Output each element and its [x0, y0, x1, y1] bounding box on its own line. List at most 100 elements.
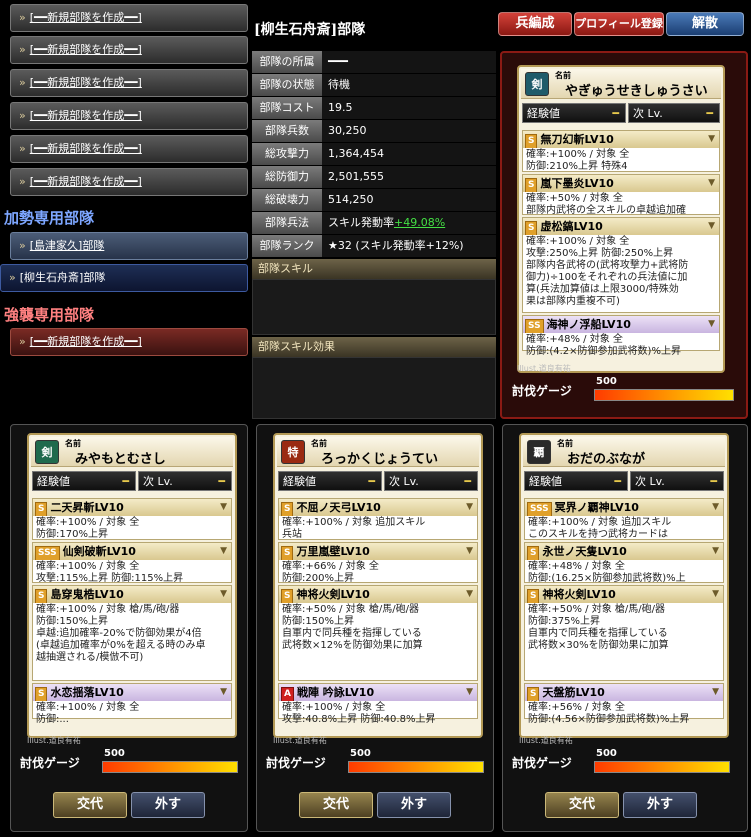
skill-description-line: 自軍内で同兵種を指揮している — [282, 628, 422, 639]
skill-title[interactable]: SS 海神ノ浮船LV10 ▼ — [523, 316, 719, 333]
remove-button[interactable]: 外す — [377, 792, 451, 818]
swap-button[interactable]: 交代 — [545, 792, 619, 818]
skill-description-line: 防御:(4.2×防御参加武将数)%上昇 — [526, 346, 681, 357]
skill-title[interactable]: S 二天昇斬LV10 ▼ — [33, 499, 231, 516]
skill-description-line: 防御:200%上昇 — [282, 573, 354, 584]
skill-block: S 虚松鎬LV10 ▼ 確率:+100% / 対象 全攻撃:250%上昇 防御:250… — [522, 217, 720, 313]
skill-title[interactable]: S 天盤筋LV10 ▼ — [525, 684, 723, 701]
skill-name: 無刀幻斬LV10 — [540, 133, 614, 146]
profile-button[interactable]: プロフィール登録 — [574, 12, 664, 36]
skill-rank-badge: S — [35, 687, 48, 701]
gauge-label: 討伐ゲージ — [512, 756, 572, 770]
dropdown-icon: ▼ — [712, 589, 719, 599]
info-row: 総攻撃力 1,364,454 — [252, 143, 496, 165]
unit-skill-effect-body — [252, 357, 496, 419]
skill-description-line: 確率:+100% / 対象 槍/馬/砲/器 — [36, 604, 180, 615]
new-unit-button-5[interactable]: » [━━新規部隊を作成━━] — [10, 135, 248, 163]
skill-title[interactable]: S 無刀幻斬LV10 ▼ — [523, 131, 719, 148]
info-row: 総防御力 2,501,555 — [252, 166, 496, 188]
new-unit-button-4[interactable]: » [━━新規部隊を作成━━] — [10, 102, 248, 130]
disband-button[interactable]: 解散 — [666, 12, 744, 36]
skill-rank-badge: S — [525, 134, 538, 148]
skill-description-line: 攻撃:115%上昇 防御:115%上昇 — [36, 573, 184, 584]
general-card[interactable]: 剣名前 やぎゅうせきしゅうさい 経験値 ━ 次 Lv. ━ S 無刀幻斬LV10 ▼ 確率:+10… — [517, 65, 725, 373]
troop-skill-bonus-link[interactable]: +49.08% — [394, 216, 445, 229]
raid-section-header: 強襲専用部隊 — [4, 306, 95, 324]
skill-description-line: 確率:+100% / 対象 全 — [526, 236, 630, 247]
dropdown-icon: ▼ — [220, 546, 227, 556]
skill-title[interactable]: A 戦陣 吟詠LV10 ▼ — [279, 684, 477, 701]
skill-title[interactable]: S 島穿鬼梏LV10 ▼ — [33, 586, 231, 603]
skill-description: 確率:+50% / 対象 槍/馬/砲/器 防御:150%上昇 自軍内で同兵種を指揮し… — [279, 603, 477, 653]
card-header: 剣名前 やぎゅうせきしゅうさい — [521, 69, 721, 99]
info-row: 総破壊力 514,250 — [252, 189, 496, 211]
card-header: 剣名前 みやもとむさし — [31, 437, 233, 467]
new-unit-button-6[interactable]: » [━━新規部隊を作成━━] — [10, 168, 248, 196]
skill-title[interactable]: S 嵐下墨炎LV10 ▼ — [523, 175, 719, 192]
skill-title[interactable]: SSS 仙剣破斬LV10 ▼ — [33, 543, 231, 560]
skill-block: S 永世ノ天隻LV10 ▼ 確率:+48% / 対象 全防御:(16.25×防御参加武… — [524, 542, 724, 584]
swap-button[interactable]: 交代 — [53, 792, 127, 818]
skill-block: S 神将火剣LV10 ▼ 確率:+50% / 対象 槍/馬/砲/器 防御:375%上昇自… — [524, 585, 724, 681]
skill-block: S 水恋揺落LV10 ▼ 確率:+100% / 対象 全防御:... — [32, 683, 232, 725]
chevron-icon: » — [19, 43, 26, 56]
skill-description-line: 兵站 — [282, 529, 302, 540]
general-card[interactable]: 特名前 ろっかくじょうてい 経験値 ━ 次 Lv. ━ S 不屈ノ天弓LV10 ▼ 確率:+100… — [273, 433, 483, 738]
skill-description: 確率:+100% / 対象 槍/馬/砲/器 防御:150%上昇 卓越:追加確率-20… — [33, 603, 231, 665]
info-row: 部隊の所属 ━━━ — [252, 51, 496, 73]
illustrator-credit: Illust.道良有祐 — [517, 364, 571, 373]
remove-button[interactable]: 外す — [623, 792, 697, 818]
illustrator-credit: Illust.道良有祐 — [519, 736, 573, 745]
skill-title[interactable]: S 永世ノ天隻LV10 ▼ — [525, 543, 723, 560]
selected-unit-button[interactable]: » [柳生石舟斎]部隊 — [0, 264, 248, 292]
swap-button[interactable]: 交代 — [299, 792, 373, 818]
next-level-field: 次 Lv. ━ — [630, 471, 724, 491]
chevron-icon: » — [19, 175, 26, 188]
skill-description-line: 確率:+100% / 対象 全 — [36, 517, 140, 528]
skill-name: 嵐下墨炎LV10 — [540, 177, 614, 190]
skill-rank-badge: S — [527, 687, 540, 701]
dropdown-icon: ▼ — [466, 687, 473, 697]
skill-block: S 無刀幻斬LV10 ▼ 確率:+100% / 対象 全防御:210%上昇 特殊4 — [522, 130, 720, 172]
support-unit-button[interactable]: » [島津家久]部隊 — [10, 232, 248, 260]
skill-title[interactable]: S 万里嵐壁LV10 ▼ — [279, 543, 477, 560]
skill-description: 確率:+100% / 対象 全攻撃:40.8%上昇 防御:40.8%上昇 — [279, 701, 477, 727]
skill-name: 水恋揺落LV10 — [50, 686, 124, 699]
skill-rank-badge: S — [527, 589, 540, 603]
dropdown-icon: ▼ — [220, 589, 227, 599]
new-unit-button-2[interactable]: » [━━新規部隊を作成━━] — [10, 36, 248, 64]
subjugation-gauge: 討伐ゲージ 500 — [512, 376, 742, 402]
skill-title[interactable]: S 神将火剣LV10 ▼ — [279, 586, 477, 603]
skill-description-line: 確率:+100% / 対象 全 — [36, 561, 140, 572]
next-level-field: 次 Lv. ━ — [138, 471, 232, 491]
dropdown-icon: ▼ — [712, 546, 719, 556]
skill-description-line: 確率:+100% / 対象 全 — [526, 149, 630, 160]
remove-button[interactable]: 外す — [131, 792, 205, 818]
skill-description-line: 防御:(16.25×防御参加武将数)%上 — [528, 573, 686, 584]
general-card[interactable]: 覇名前 おだのぶなが 経験値 ━ 次 Lv. ━ SSS 冥界ノ覇神LV10 ▼ 確率:+100%… — [519, 433, 729, 738]
skill-title[interactable]: S 神将火剣LV10 ▼ — [525, 586, 723, 603]
subjugation-gauge: 討伐ゲージ 500 — [512, 748, 742, 774]
skill-description-line: 確率:+50% / 対象 全 — [526, 193, 623, 204]
new-unit-button-3[interactable]: » [━━新規部隊を作成━━] — [10, 69, 248, 97]
skill-block: A 戦陣 吟詠LV10 ▼ 確率:+100% / 対象 全攻撃:40.8%上昇 防御:… — [278, 683, 478, 725]
skill-name: 島穿鬼梏LV10 — [50, 588, 124, 601]
formation-button[interactable]: 兵編成 — [498, 12, 572, 36]
info-row: 部隊兵数 30,250 — [252, 120, 496, 142]
skill-rank-badge: S — [281, 589, 294, 603]
skill-rank-badge: S — [35, 502, 48, 516]
skill-description-line: 防御:210%上昇 特殊4 — [526, 161, 628, 172]
skill-description-line: 確率:+100% / 対象 追加スキル — [282, 517, 426, 528]
skill-rank-badge: A — [281, 687, 294, 701]
skill-title[interactable]: S 虚松鎬LV10 ▼ — [523, 218, 719, 235]
skill-title[interactable]: SSS 冥界ノ覇神LV10 ▼ — [525, 499, 723, 516]
skill-name: 天盤筋LV10 — [542, 686, 605, 699]
skill-block: SSS 冥界ノ覇神LV10 ▼ 確率:+100% / 対象 追加スキル このスキルを持つ… — [524, 498, 724, 540]
raid-unit-button[interactable]: » [━━新規部隊を作成━━] — [10, 328, 248, 356]
dropdown-icon: ▼ — [220, 687, 227, 697]
skill-title[interactable]: S 水恋揺落LV10 ▼ — [33, 684, 231, 701]
general-card[interactable]: 剣名前 みやもとむさし 経験値 ━ 次 Lv. ━ S 二天昇斬LV10 ▼ 確率:+100% /… — [27, 433, 237, 738]
new-unit-button-1[interactable]: » [━━新規部隊を作成━━] — [10, 4, 248, 32]
skill-description: 確率:+50% / 対象 槍/馬/砲/器 防御:375%上昇 自軍内で同兵種を指揮し… — [525, 603, 723, 653]
skill-title[interactable]: S 不屈ノ天弓LV10 ▼ — [279, 499, 477, 516]
